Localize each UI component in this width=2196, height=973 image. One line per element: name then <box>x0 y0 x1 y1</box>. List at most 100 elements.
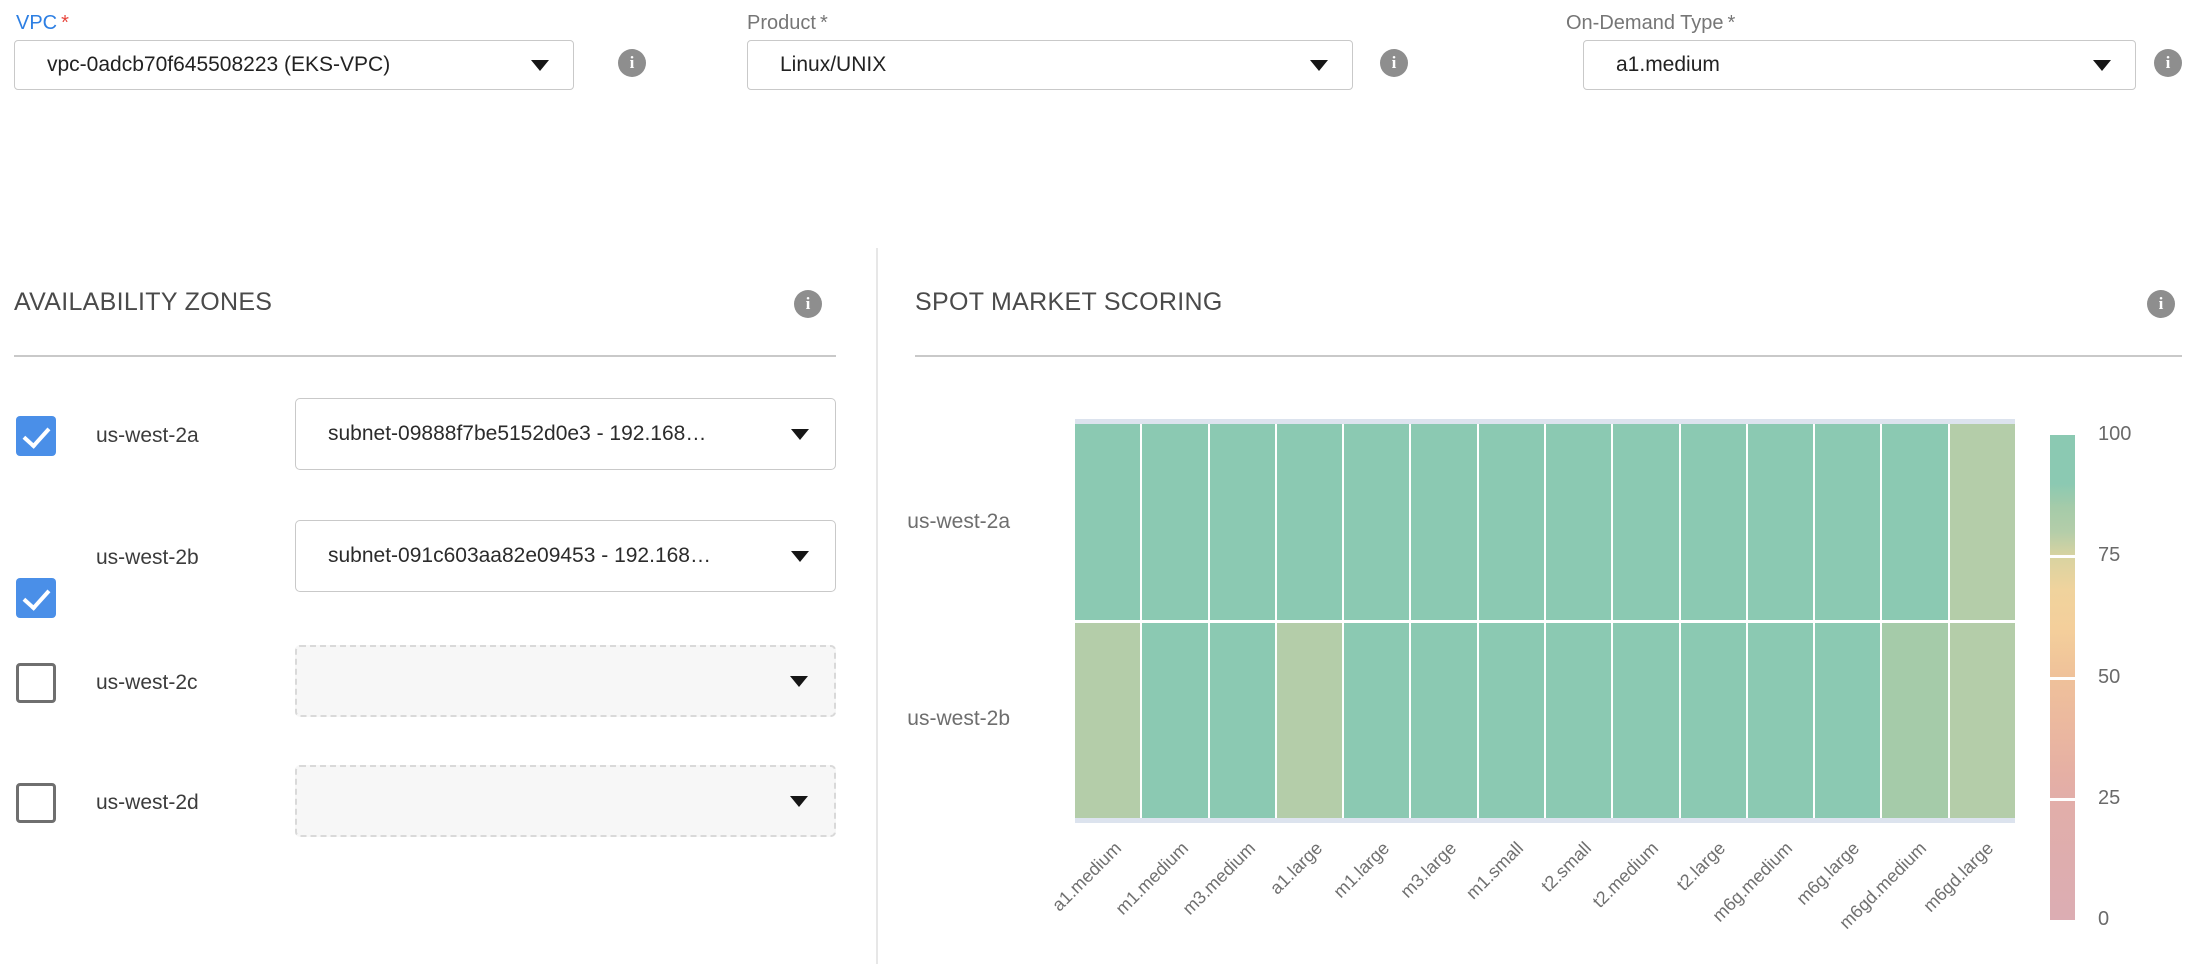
subnet-select-us-west-2d[interactable] <box>295 765 836 837</box>
heatmap-cell[interactable] <box>1950 424 2015 620</box>
heatmap-xlabel-t2.small: t2.small <box>1460 838 1595 973</box>
heatmap-cell[interactable] <box>1546 623 1611 819</box>
colorbar-tick-label-75: 75 <box>2098 544 2120 567</box>
on-demand-type-select-value: a1.medium <box>1616 53 2093 77</box>
heatmap-cell[interactable] <box>1075 623 1140 819</box>
availability-zones-title: AVAILABILITY ZONES <box>14 288 272 317</box>
heatmap-cell[interactable] <box>1344 623 1409 819</box>
az-zone-label-us-west-2b: us-west-2b <box>96 538 199 578</box>
heatmap-cell[interactable] <box>1681 623 1746 819</box>
az-zone-label-us-west-2c: us-west-2c <box>96 663 198 703</box>
colorbar-tick-label-50: 50 <box>2098 666 2120 689</box>
product-required-asterisk: * <box>820 12 828 34</box>
heatmap-xlabel-m6gd.medium: m6gd.medium <box>1796 838 1931 973</box>
heatmap-xlabel-m3.medium: m3.medium <box>1125 838 1260 973</box>
az-checkbox-us-west-2a[interactable] <box>16 416 56 456</box>
checkmark-icon <box>23 420 51 449</box>
chevron-down-icon <box>791 551 809 562</box>
heatmap-cell[interactable] <box>1882 623 1947 819</box>
heatmap-cell[interactable] <box>1411 424 1476 620</box>
heatmap-cell[interactable] <box>1613 623 1678 819</box>
heatmap-cell[interactable] <box>1681 424 1746 620</box>
heatmap-xlabel-m6g.medium: m6g.medium <box>1662 838 1797 973</box>
heatmap-bottom-edge <box>1075 818 2015 823</box>
colorbar <box>2050 435 2075 920</box>
heatmap-xlabel-a1.large: a1.large <box>1192 838 1327 973</box>
availability-zones-info-icon[interactable]: i <box>794 290 822 318</box>
chevron-down-icon <box>2093 60 2111 71</box>
heatmap-cell[interactable] <box>1479 424 1544 620</box>
subnet-select-us-west-2a[interactable]: subnet-09888f7be5152d0e3 - 192.168… <box>295 398 836 470</box>
heatmap-cell[interactable] <box>1748 424 1813 620</box>
heatmap-xlabel-m1.small: m1.small <box>1393 838 1528 973</box>
panel-divider <box>876 248 878 964</box>
subnet-select-value-us-west-2a: subnet-09888f7be5152d0e3 - 192.168… <box>328 422 791 446</box>
heatmap-cell[interactable] <box>1210 623 1275 819</box>
heatmap-cell[interactable] <box>1142 623 1207 819</box>
spot-market-divider <box>915 355 2182 357</box>
heatmap-xlabel-a1.medium: a1.medium <box>990 838 1125 973</box>
heatmap-cell[interactable] <box>1748 623 1813 819</box>
heatmap-xlabel-m3.large: m3.large <box>1326 838 1461 973</box>
heatmap-xlabel-m1.large: m1.large <box>1259 838 1394 973</box>
az-checkbox-us-west-2d[interactable] <box>16 783 56 823</box>
heatmap-xlabel-m1.medium: m1.medium <box>1057 838 1192 973</box>
vpc-required-asterisk: * <box>61 12 69 34</box>
on-demand-type-select[interactable]: a1.medium <box>1583 40 2136 90</box>
spot-market-scoring-title: SPOT MARKET SCORING <box>915 288 1223 317</box>
product-select-value: Linux/UNIX <box>780 53 1310 77</box>
on-demand-info-icon[interactable]: i <box>2154 49 2182 77</box>
subnet-select-value-us-west-2b: subnet-091c603aa82e09453 - 192.168… <box>328 544 791 568</box>
heatmap-cell[interactable] <box>1815 623 1880 819</box>
chevron-down-icon <box>790 676 808 687</box>
vpc-select-value: vpc-0adcb70f645508223 (EKS-VPC) <box>47 53 531 77</box>
heatmap-grid <box>1075 424 2015 818</box>
vpc-field-label: VPC* <box>16 12 69 35</box>
subnet-select-us-west-2c[interactable] <box>295 645 836 717</box>
product-field-label: Product* <box>747 12 828 35</box>
heatmap-xlabel-m6gd.large: m6gd.large <box>1863 838 1998 973</box>
colorbar-tick-label-25: 25 <box>2098 787 2120 810</box>
heatmap-xlabel-t2.large: t2.large <box>1595 838 1730 973</box>
heatmap-cell[interactable] <box>1277 424 1342 620</box>
checkmark-icon <box>23 582 51 611</box>
heatmap-cell[interactable] <box>1479 623 1544 819</box>
chevron-down-icon <box>1310 60 1328 71</box>
colorbar-tick-label-100: 100 <box>2098 423 2131 446</box>
on-demand-required-asterisk: * <box>1728 12 1736 34</box>
product-info-icon[interactable]: i <box>1380 49 1408 77</box>
vpc-info-icon[interactable]: i <box>618 49 646 77</box>
heatmap-cell[interactable] <box>1075 424 1140 620</box>
az-zone-label-us-west-2d: us-west-2d <box>96 783 199 823</box>
heatmap-cell[interactable] <box>1815 424 1880 620</box>
heatmap-ylabel-us-west-2a: us-west-2a <box>860 510 1010 534</box>
heatmap-cell[interactable] <box>1950 623 2015 819</box>
heatmap-cell[interactable] <box>1546 424 1611 620</box>
heatmap-cell[interactable] <box>1344 424 1409 620</box>
vpc-select[interactable]: vpc-0adcb70f645508223 (EKS-VPC) <box>14 40 574 90</box>
heatmap-cell[interactable] <box>1411 623 1476 819</box>
product-select[interactable]: Linux/UNIX <box>747 40 1353 90</box>
subnet-select-us-west-2b[interactable]: subnet-091c603aa82e09453 - 192.168… <box>295 520 836 592</box>
heatmap-xlabel-t2.medium: t2.medium <box>1527 838 1662 973</box>
heatmap-cell[interactable] <box>1210 424 1275 620</box>
heatmap-cell[interactable] <box>1277 623 1342 819</box>
az-zone-label-us-west-2a: us-west-2a <box>96 416 199 456</box>
heatmap-cell[interactable] <box>1142 424 1207 620</box>
chevron-down-icon <box>790 796 808 807</box>
heatmap-xlabel-m6g.large: m6g.large <box>1729 838 1864 973</box>
heatmap-ylabel-us-west-2b: us-west-2b <box>860 707 1010 731</box>
heatmap-cell[interactable] <box>1613 424 1678 620</box>
on-demand-type-field-label: On-Demand Type* <box>1566 12 1735 35</box>
colorbar-tick-gap <box>2050 677 2075 680</box>
az-checkbox-us-west-2c[interactable] <box>16 663 56 703</box>
heatmap-cell[interactable] <box>1882 424 1947 620</box>
chevron-down-icon <box>791 429 809 440</box>
colorbar-tick-label-0: 0 <box>2098 908 2109 931</box>
chevron-down-icon <box>531 60 549 71</box>
spot-configuration-page: { "fields": [ { "id": "vpc", "label": "V… <box>0 0 2196 964</box>
az-checkbox-us-west-2b[interactable] <box>16 578 56 618</box>
availability-zones-divider <box>14 355 836 357</box>
spot-market-info-icon[interactable]: i <box>2147 290 2175 318</box>
colorbar-tick-gap <box>2050 555 2075 558</box>
